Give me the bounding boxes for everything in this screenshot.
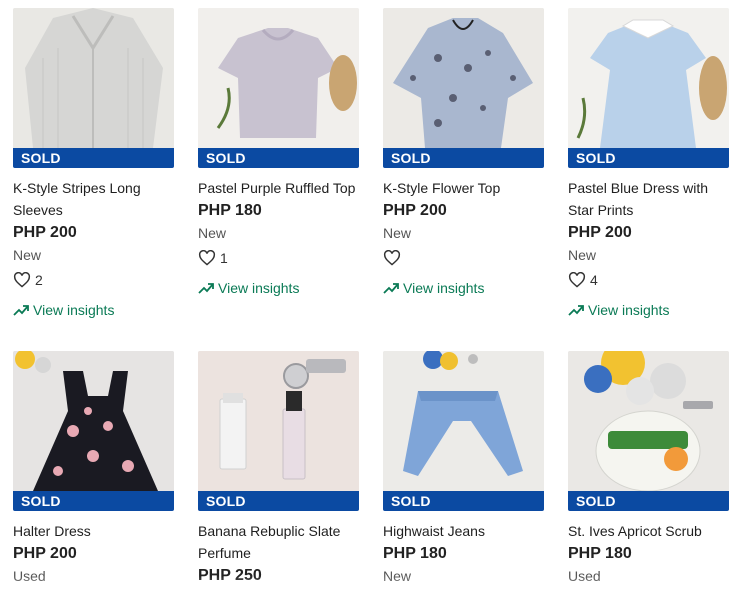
view-insights-link[interactable]: View insights bbox=[13, 300, 174, 320]
purple-top-image bbox=[198, 8, 359, 148]
listing-title[interactable]: Banana Rebuplic Slate Perfume bbox=[198, 520, 359, 564]
listing-condition: New bbox=[383, 225, 412, 241]
listing-condition: New bbox=[383, 568, 412, 584]
listing-photo[interactable]: SOLD bbox=[198, 8, 359, 168]
like-button[interactable] bbox=[383, 248, 544, 268]
listing-card[interactable]: SOLD Pastel Blue Dress with Star Prints … bbox=[568, 8, 729, 320]
listing-title[interactable]: St. Ives Apricot Scrub bbox=[568, 520, 729, 542]
listings-row: SOLD K-Style Stripes Long Sleeves PHP 20… bbox=[13, 8, 730, 320]
trending-up-icon bbox=[568, 305, 584, 316]
sold-badge: SOLD bbox=[383, 491, 544, 511]
listing-title[interactable]: K-Style Stripes Long Sleeves bbox=[13, 177, 174, 221]
listing-price: PHP 200 bbox=[13, 224, 77, 241]
listings-grid: SOLD K-Style Stripes Long Sleeves PHP 20… bbox=[13, 8, 730, 587]
apricot-scrub-image bbox=[568, 351, 729, 491]
view-insights-label: View insights bbox=[403, 280, 485, 296]
listing-card[interactable]: SOLD K-Style Stripes Long Sleeves PHP 20… bbox=[13, 8, 174, 320]
listing-card[interactable]: SOLD Highwaist Jeans PHP 180 New bbox=[383, 351, 544, 587]
listing-price: PHP 180 bbox=[568, 545, 632, 562]
listing-title[interactable]: Highwaist Jeans bbox=[383, 520, 544, 542]
heart-outline-icon bbox=[383, 250, 401, 266]
heart-outline-icon bbox=[13, 272, 31, 288]
blue-dress-image bbox=[568, 8, 729, 148]
heart-outline-icon bbox=[198, 250, 216, 266]
listing-condition: New bbox=[13, 247, 42, 263]
stripes-shirt-image bbox=[13, 8, 174, 148]
like-button[interactable]: 1 bbox=[198, 248, 359, 268]
listing-photo[interactable]: SOLD bbox=[13, 8, 174, 168]
sold-badge: SOLD bbox=[568, 148, 729, 168]
listing-title[interactable]: Halter Dress bbox=[13, 520, 174, 542]
view-insights-link[interactable]: View insights bbox=[568, 300, 729, 320]
listing-title[interactable]: Pastel Purple Ruffled Top bbox=[198, 177, 359, 199]
like-count: 2 bbox=[35, 272, 43, 288]
listings-row: SOLD Halter Dress PHP 200 Used SOLD Bana… bbox=[13, 351, 730, 587]
view-insights-link[interactable]: View insights bbox=[383, 278, 544, 298]
listing-condition: Used bbox=[13, 568, 46, 584]
listing-title[interactable]: Pastel Blue Dress with Star Prints bbox=[568, 177, 729, 221]
like-count: 4 bbox=[590, 272, 598, 288]
listing-condition: Used bbox=[568, 568, 601, 584]
listing-title[interactable]: K-Style Flower Top bbox=[383, 177, 544, 199]
listing-price: PHP 200 bbox=[13, 545, 77, 562]
trending-up-icon bbox=[198, 283, 214, 294]
jeans-image bbox=[383, 351, 544, 491]
listing-price: PHP 250 bbox=[198, 567, 262, 584]
listing-photo[interactable]: SOLD bbox=[568, 351, 729, 511]
listing-price: PHP 180 bbox=[198, 202, 262, 219]
sold-badge: SOLD bbox=[198, 491, 359, 511]
listing-condition: New bbox=[198, 225, 227, 241]
listing-photo[interactable]: SOLD bbox=[568, 8, 729, 168]
listing-condition: New bbox=[568, 247, 597, 263]
heart-outline-icon bbox=[568, 272, 586, 288]
listing-photo[interactable]: SOLD bbox=[383, 351, 544, 511]
sold-badge: SOLD bbox=[198, 148, 359, 168]
view-insights-label: View insights bbox=[218, 280, 300, 296]
sold-badge: SOLD bbox=[568, 491, 729, 511]
listing-card[interactable]: SOLD Pastel Purple Ruffled Top PHP 180 N… bbox=[198, 8, 359, 320]
listing-photo[interactable]: SOLD bbox=[198, 351, 359, 511]
listing-photo[interactable]: SOLD bbox=[383, 8, 544, 168]
trending-up-icon bbox=[383, 283, 399, 294]
listing-price: PHP 180 bbox=[383, 545, 447, 562]
listing-photo[interactable]: SOLD bbox=[13, 351, 174, 511]
view-insights-label: View insights bbox=[588, 302, 670, 318]
view-insights-link[interactable]: View insights bbox=[198, 278, 359, 298]
perfume-image bbox=[198, 351, 359, 491]
sold-badge: SOLD bbox=[383, 148, 544, 168]
view-insights-label: View insights bbox=[33, 302, 115, 318]
sold-badge: SOLD bbox=[13, 148, 174, 168]
like-count: 1 bbox=[220, 250, 228, 266]
listing-price: PHP 200 bbox=[568, 224, 632, 241]
listing-card[interactable]: SOLD Banana Rebuplic Slate Perfume PHP 2… bbox=[198, 351, 359, 587]
halter-dress-image bbox=[13, 351, 174, 491]
sold-badge: SOLD bbox=[13, 491, 174, 511]
like-button[interactable]: 2 bbox=[13, 270, 174, 290]
flower-top-image bbox=[383, 8, 544, 148]
listing-card[interactable]: SOLD Halter Dress PHP 200 Used bbox=[13, 351, 174, 587]
listing-price: PHP 200 bbox=[383, 202, 447, 219]
trending-up-icon bbox=[13, 305, 29, 316]
listing-card[interactable]: SOLD St. Ives Apricot Scrub PHP 180 Used bbox=[568, 351, 729, 587]
listing-card[interactable]: SOLD K-Style Flower Top PHP 200 New View… bbox=[383, 8, 544, 320]
like-button[interactable]: 4 bbox=[568, 270, 729, 290]
